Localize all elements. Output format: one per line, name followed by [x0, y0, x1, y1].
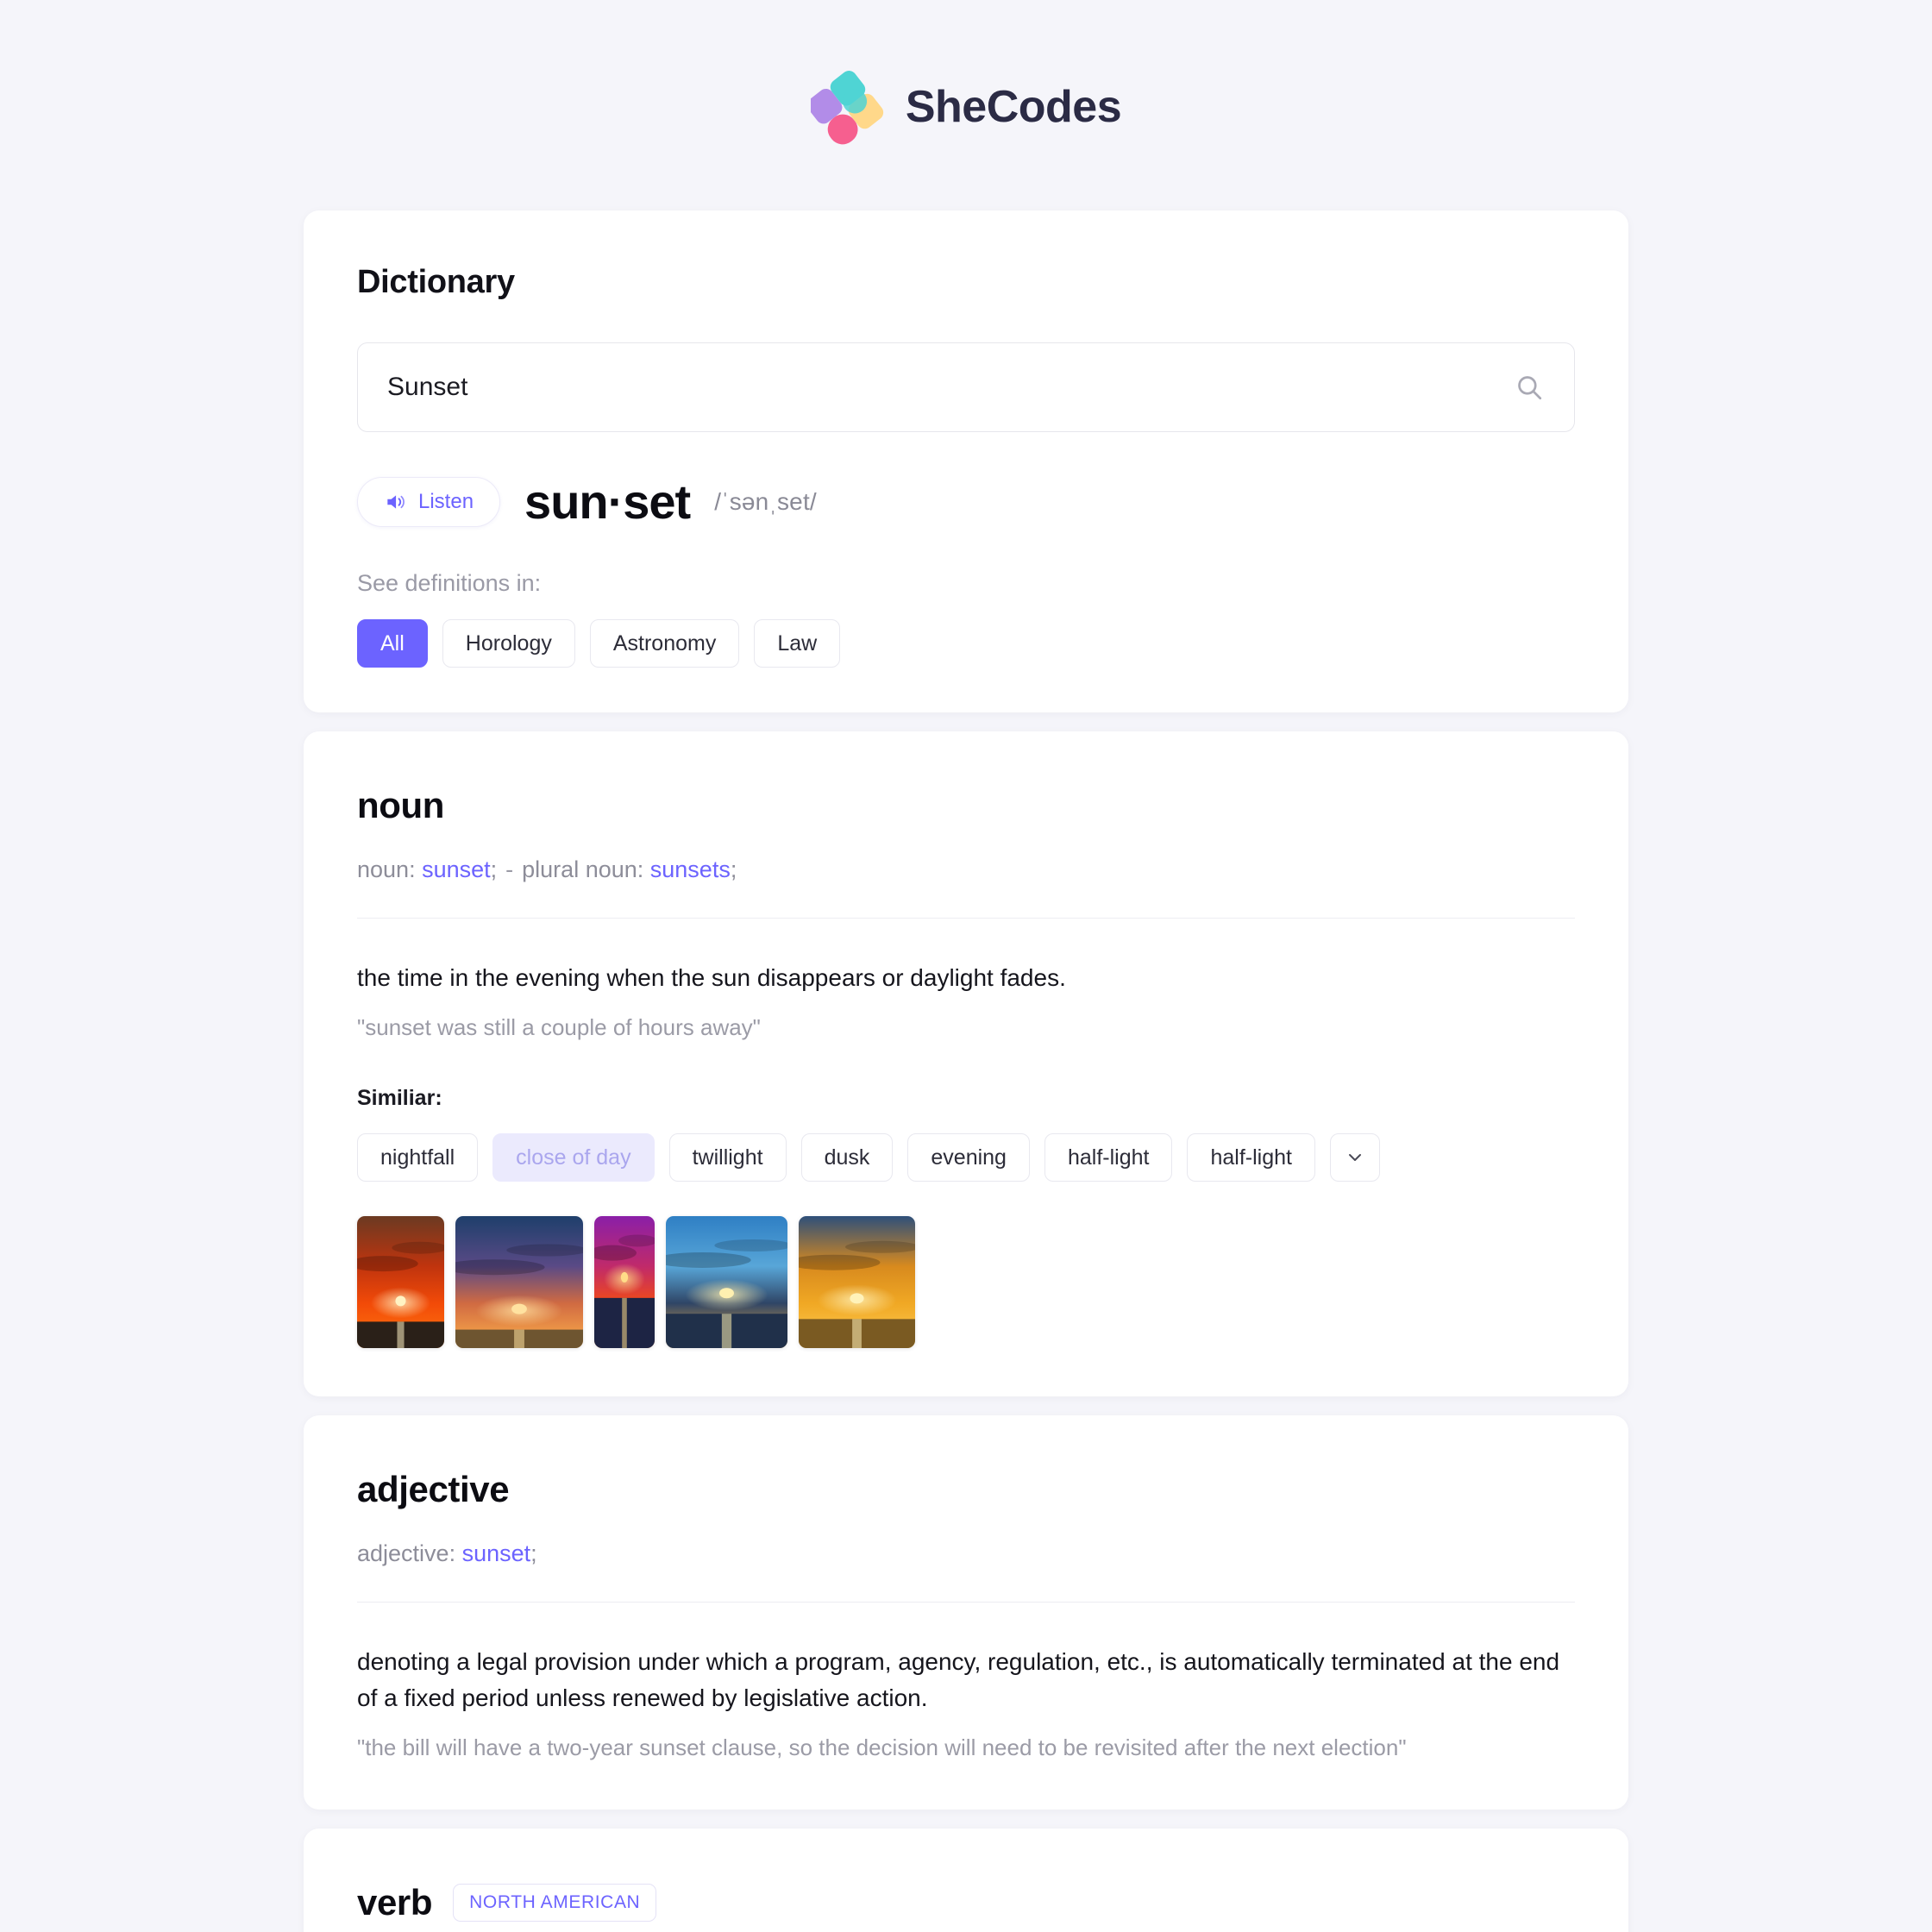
listen-button-label: Listen — [418, 490, 474, 513]
search-bar — [357, 342, 1575, 432]
definition-filter-group: All Horology Astronomy Law — [357, 619, 1575, 668]
inflection-suffix: ; — [730, 856, 737, 882]
page-root: SheCodes Dictionary Sunset Listen sun·se… — [0, 0, 1932, 1932]
brand-name: SheCodes — [905, 82, 1122, 132]
verb-section-card: verb NORTH AMERICAN verb: sunset;-3rd pe… — [304, 1828, 1628, 1932]
synonym-pill[interactable]: evening — [907, 1133, 1030, 1182]
inflection-suffix: ; — [530, 1540, 537, 1567]
part-of-speech-title: adjective — [357, 1469, 510, 1510]
adjective-heading-row: adjective — [357, 1469, 1575, 1510]
verb-heading-row: verb NORTH AMERICAN — [357, 1882, 1575, 1923]
region-badge: NORTH AMERICAN — [453, 1884, 657, 1922]
filter-pill-horology[interactable]: Horology — [442, 619, 575, 668]
page-title: Dictionary — [357, 264, 515, 300]
part-of-speech-title: noun — [357, 785, 445, 825]
filter-pill-all[interactable]: All — [357, 619, 428, 668]
dictionary-card: Dictionary Listen — [304, 210, 1628, 712]
inflection-word[interactable]: sunset — [462, 1540, 531, 1566]
adjective-example: "the bill will have a two-year sunset cl… — [357, 1734, 1407, 1760]
pronunciation-row: Listen sun·set /ˈsənˌset/ — [357, 477, 1575, 527]
noun-heading-row: noun — [357, 785, 1575, 826]
speaker-icon — [384, 491, 406, 513]
synonym-pill[interactable]: twillight — [668, 1133, 787, 1182]
synonym-pill[interactable]: nightfall — [357, 1133, 479, 1182]
inflection-word[interactable]: sunset — [422, 856, 491, 882]
sunset-photo-purple-sky[interactable] — [594, 1216, 655, 1349]
sunset-photo-red-ocean[interactable] — [357, 1216, 444, 1349]
inflection-label: adjective: — [357, 1540, 462, 1567]
synonym-pill[interactable]: half-light — [1187, 1133, 1315, 1182]
image-gallery — [357, 1216, 1575, 1349]
noun-section-card: noun noun: sunset; - plural noun: sunsets;… — [304, 731, 1628, 1397]
synonym-group: nightfall close of day twillight dusk evenin… — [357, 1133, 1575, 1182]
adjective-inflections: adjective: sunset; — [357, 1536, 1575, 1572]
divider — [357, 1602, 1575, 1603]
noun-example: "sunset was still a couple of hours away… — [357, 1014, 761, 1041]
synonym-pill[interactable]: dusk — [800, 1133, 894, 1182]
inflection-label: noun: — [357, 856, 423, 882]
inflection-separator: - — [505, 856, 514, 882]
part-of-speech-title: verb — [357, 1882, 433, 1923]
similar-label: Similiar: — [357, 1086, 442, 1111]
inflection-word[interactable]: sunsets — [650, 856, 731, 882]
filter-label: See definitions in: — [357, 570, 542, 596]
shecodes-logo-icon — [810, 67, 890, 147]
sunset-photo-sunrays-sea[interactable] — [666, 1216, 787, 1349]
divider — [357, 917, 1575, 919]
adjective-section-card: adjective adjective: sunset; denoting a … — [304, 1415, 1628, 1810]
noun-inflections: noun: sunset; - plural noun: sunsets; — [357, 852, 1575, 888]
search-input[interactable] — [357, 342, 1575, 432]
filter-pill-law[interactable]: Law — [754, 619, 841, 668]
phonetic-transcription: /ˈsənˌset/ — [714, 488, 817, 515]
inflection-label: plural noun: — [522, 856, 650, 882]
listen-button[interactable]: Listen — [357, 477, 501, 527]
site-header: SheCodes — [810, 67, 1122, 147]
adjective-definition: denoting a legal provision under which a… — [357, 1648, 1560, 1711]
noun-definition: the time in the evening when the sun dis… — [357, 963, 1066, 991]
chevron-down-icon[interactable] — [1329, 1133, 1380, 1182]
sunset-photo-dramatic-clouds[interactable] — [455, 1216, 583, 1349]
filter-pill-astronomy[interactable]: Astronomy — [589, 619, 740, 668]
headword: sun·set — [524, 474, 691, 529]
sunset-photo-golden-clouds[interactable] — [799, 1216, 915, 1349]
synonym-pill[interactable]: half-light — [1044, 1133, 1173, 1182]
synonym-pill[interactable]: close of day — [492, 1133, 655, 1182]
